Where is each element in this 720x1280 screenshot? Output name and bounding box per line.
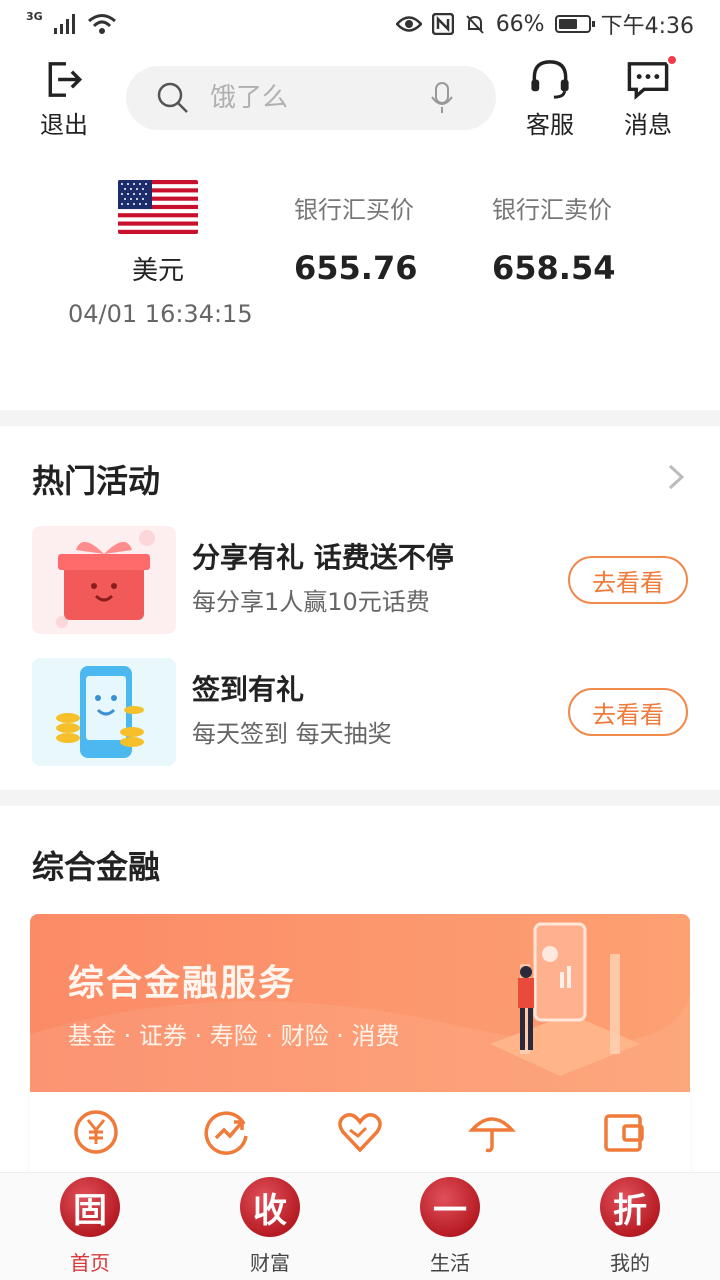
nav-wealth-label: 财富 <box>250 1251 290 1275</box>
sell-rate-label: 银行汇卖价 <box>492 196 612 224</box>
home-glyph: 固 <box>73 1190 107 1231</box>
sell-rate: 银行汇卖价 658.54 <box>492 190 615 287</box>
fund-shortcut[interactable] <box>66 1102 126 1162</box>
search-bar[interactable] <box>126 66 496 130</box>
rate-timestamp: 04/01 16:34:15 <box>68 300 253 328</box>
activity-subtitle: 每天签到 每天抽奖 <box>192 720 392 748</box>
section-divider <box>0 410 720 426</box>
nav-home-label: 首页 <box>70 1251 110 1275</box>
buy-rate-label: 银行汇买价 <box>294 196 414 224</box>
microphone-icon[interactable] <box>430 81 454 115</box>
view-button[interactable]: 去看看 <box>568 556 688 604</box>
activity-subtitle: 每分享1人赢10元话费 <box>192 588 430 616</box>
nav-mine-label: 我的 <box>610 1251 650 1275</box>
nfc-icon <box>431 13 454 35</box>
umbrella-icon <box>468 1117 516 1153</box>
message-label: 消息 <box>624 111 672 139</box>
view-button[interactable]: 去看看 <box>568 688 688 736</box>
battery-fill <box>558 19 578 29</box>
hot-activities-title: 热门活动 <box>32 462 161 500</box>
banner-title: 综合金融服务 <box>68 963 297 1004</box>
wealth-glyph: 收 <box>253 1190 287 1231</box>
activity-item-share[interactable]: 分享有礼 话费送不停 每分享1人赢10元话费 去看看 <box>32 526 688 634</box>
search-icon <box>157 82 188 113</box>
banner-subtitle: 基金 · 证券 · 寿险 · 财险 · 消费 <box>68 1022 400 1050</box>
battery-percent: 66% <box>495 11 545 37</box>
wifi-icon <box>87 14 116 34</box>
signal-icon <box>53 14 75 34</box>
life-icon: 一 <box>420 1177 480 1237</box>
property-insurance-shortcut[interactable] <box>462 1102 522 1162</box>
wealth-icon: 收 <box>240 1177 300 1237</box>
battery-icon <box>554 15 595 33</box>
activity-title: 签到有礼 <box>192 673 305 706</box>
nav-life[interactable]: 一 生活 <box>360 1173 540 1280</box>
eye-icon <box>395 16 422 32</box>
logout-label: 退出 <box>40 111 88 139</box>
nav-wealth[interactable]: 收 财富 <box>180 1173 360 1280</box>
customer-service-button[interactable]: 客服 <box>514 56 586 140</box>
finance-shortcuts <box>30 1092 690 1172</box>
life-insurance-shortcut[interactable] <box>330 1102 390 1162</box>
trend-icon <box>204 1111 248 1155</box>
heart-icon <box>338 1113 382 1153</box>
finance-banner[interactable]: 综合金融服务 基金 · 证券 · 寿险 · 财险 · 消费 <box>30 914 690 1092</box>
nav-life-label: 生活 <box>430 1251 470 1275</box>
activity-item-checkin[interactable]: 签到有礼 每天签到 每天抽奖 去看看 <box>32 658 688 766</box>
mine-icon: 折 <box>600 1177 660 1237</box>
wallet-icon <box>604 1114 644 1152</box>
status-right: 66% 下午4:36 <box>395 8 694 40</box>
messages-button[interactable]: 消息 <box>612 54 684 140</box>
sell-rate-value: 658.54 <box>492 249 616 287</box>
us-flag-icon <box>118 180 198 234</box>
logout-icon <box>48 62 83 97</box>
unread-dot <box>666 54 678 66</box>
yen-icon <box>74 1110 118 1154</box>
life-glyph: 一 <box>433 1190 467 1231</box>
top-header: 退出 客服 消息 <box>0 54 720 140</box>
section-divider <box>0 790 720 806</box>
consumer-finance-shortcut[interactable] <box>594 1102 654 1162</box>
currency-name: 美元 <box>131 256 184 286</box>
home-icon: 固 <box>60 1177 120 1237</box>
bottom-navigation: 固 首页 收 财富 一 生活 折 我的 <box>0 1172 720 1280</box>
mute-bell-icon <box>465 15 484 34</box>
status-left: 3G <box>26 9 117 35</box>
buy-rate: 银行汇买价 655.76 <box>294 190 417 287</box>
status-bar: 3G 66% 下午4:36 <box>0 0 720 48</box>
securities-shortcut[interactable] <box>198 1102 258 1162</box>
network-type: 3G <box>26 9 43 23</box>
finance-section-title: 综合金融 <box>32 848 161 886</box>
nav-home[interactable]: 固 首页 <box>0 1173 180 1280</box>
chevron-right-icon[interactable] <box>666 462 686 492</box>
activity-title: 分享有礼 话费送不停 <box>192 541 454 574</box>
mine-glyph: 折 <box>613 1190 647 1231</box>
search-input[interactable] <box>210 83 430 113</box>
exchange-rate-card[interactable]: 美元 04/01 16:34:15 银行汇买价 655.76 银行汇卖价 658… <box>0 160 720 410</box>
phone-coins-image <box>32 658 176 766</box>
nav-mine[interactable]: 折 我的 <box>540 1173 720 1280</box>
buy-rate-value: 655.76 <box>294 249 418 287</box>
logout-button[interactable]: 退出 <box>28 56 100 140</box>
headset-icon <box>531 60 569 99</box>
clock: 下午4:36 <box>600 14 694 39</box>
service-label: 客服 <box>526 111 574 139</box>
gift-box-image <box>32 526 176 634</box>
message-icon <box>627 62 669 100</box>
